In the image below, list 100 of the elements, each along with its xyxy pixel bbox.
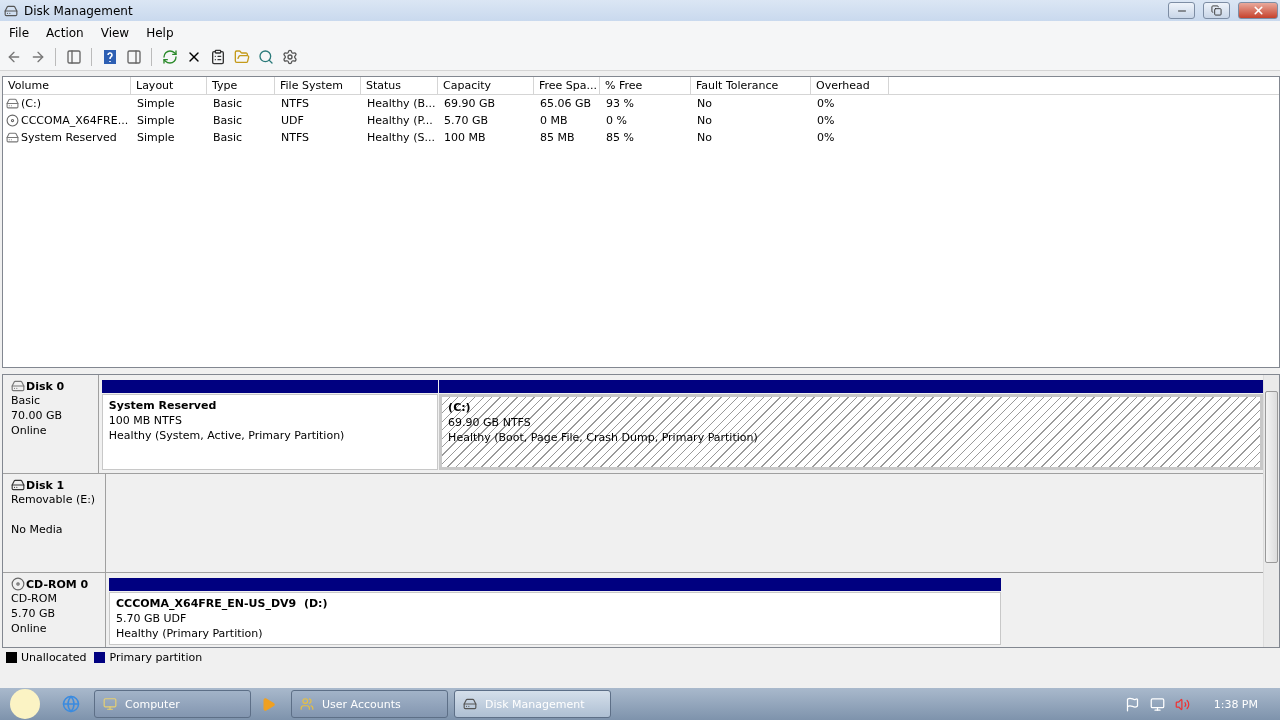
partition-status: Healthy (Boot, Page File, Crash Dump, Primary Partition) — [448, 430, 759, 445]
table-cell-text: 5.70 GB — [443, 114, 490, 127]
column-header[interactable]: Free Spa... — [534, 77, 600, 94]
disc-icon — [6, 114, 19, 127]
column-header[interactable]: % Free — [600, 77, 691, 94]
table-cell-text: NTFS — [280, 131, 311, 144]
disk-info: No Media — [11, 522, 64, 537]
globe-icon — [62, 695, 80, 713]
column-header[interactable]: Fault Tolerance — [691, 77, 811, 94]
partition-block[interactable]: CCCOMA_X64FRE_EN-US_DV9 (D:) 5.70 GB UDF Healthy (Primary Partition) — [109, 592, 1001, 645]
table-cell-text: Basic — [212, 97, 244, 110]
volume-icon[interactable] — [1174, 696, 1190, 712]
partition-name: (C:) — [448, 400, 472, 415]
partition-status: Healthy (Primary Partition) — [116, 626, 264, 641]
table-cell-text: Healthy (B... — [366, 97, 437, 110]
table-cell-text: Basic — [212, 131, 244, 144]
panel-button[interactable] — [124, 47, 143, 67]
table-cell-text: Simple — [136, 114, 176, 127]
menu-item[interactable]: Help — [137, 25, 182, 40]
column-header[interactable]: Status — [361, 77, 438, 94]
table-cell-text: 100 MB — [443, 131, 487, 144]
partition-size: 100 MB NTFS — [108, 413, 183, 428]
column-header[interactable]: File System — [275, 77, 361, 94]
partition-status: Healthy (System, Active, Primary Partition) — [108, 428, 346, 443]
restore-icon — [1211, 5, 1222, 16]
disk-name: Disk 0 — [26, 379, 65, 393]
volume-name: (C:) — [21, 97, 41, 110]
menu-item[interactable]: View — [91, 25, 138, 40]
table-cell-text: No — [696, 114, 713, 127]
monitor-icon — [103, 697, 117, 711]
table-cell-text: UDF — [280, 114, 305, 127]
folder-icon — [233, 49, 250, 65]
settings-button[interactable] — [280, 47, 299, 67]
drive-icon — [6, 131, 19, 144]
partition-name: System Reserved — [108, 398, 218, 413]
table-cell-text: Healthy (S... — [366, 131, 436, 144]
refresh-button[interactable] — [160, 47, 179, 67]
panel-button[interactable] — [64, 47, 83, 67]
table-cell-text: No — [696, 131, 713, 144]
window-title: Disk Management — [24, 3, 134, 18]
menu-item[interactable]: Action — [37, 25, 92, 40]
table-cell-text: Simple — [136, 97, 176, 110]
partition-block[interactable]: System Reserved 100 MB NTFS Healthy (System, Active, Primary Partition) — [101, 394, 439, 470]
disk-info: 5.70 GB — [11, 606, 57, 621]
column-header[interactable]: Type — [207, 77, 275, 94]
partition-name: CCCOMA_X64FRE_EN-US_DV9 (D:) — [116, 596, 329, 611]
table-cell-text: 69.90 GB — [443, 97, 497, 110]
column-header[interactable]: Capacity — [438, 77, 534, 94]
disk-name: Disk 1 — [26, 478, 65, 492]
users-icon — [300, 697, 314, 711]
gear-icon — [281, 49, 298, 65]
drive-icon — [11, 379, 25, 393]
column-header[interactable]: Layout — [131, 77, 207, 94]
table-cell-text: 93 % — [605, 97, 635, 110]
table-cell-text: 65.06 GB — [539, 97, 593, 110]
help-icon — [101, 49, 118, 65]
drive-icon — [11, 478, 25, 492]
column-header[interactable]: Volume — [3, 77, 131, 94]
table-cell-text: 85 % — [605, 131, 635, 144]
table-cell-text: NTFS — [280, 97, 311, 110]
restore-button[interactable] — [1203, 2, 1230, 19]
app-icon — [4, 3, 18, 18]
panel-icon — [125, 49, 142, 65]
disk-info: Removable (E:) — [11, 492, 97, 507]
table-cell-text: Simple — [136, 131, 176, 144]
drive-icon — [463, 697, 477, 711]
refresh-icon — [161, 49, 178, 65]
network-icon[interactable] — [1149, 696, 1165, 712]
disk-info: Online — [11, 621, 48, 636]
table-cell-text: 85 MB — [539, 131, 576, 144]
volume-name: System Reserved — [21, 131, 117, 144]
close-button[interactable] — [1238, 2, 1278, 19]
drive-icon — [6, 97, 19, 110]
panel-icon — [65, 49, 82, 65]
close-icon — [1251, 4, 1265, 17]
table-cell-text: 0% — [816, 131, 836, 144]
table-cell-text: 0 % — [605, 114, 628, 127]
column-header[interactable]: Overhead — [811, 77, 889, 94]
table-cell-text: Healthy (P... — [366, 114, 434, 127]
clipboard-icon — [209, 49, 226, 65]
partition-block[interactable]: (C:) 69.90 GB NTFS Healthy (Boot, Page File, Crash Dump, Primary Partition) — [439, 394, 1263, 470]
minimize-button[interactable] — [1168, 2, 1195, 19]
play-icon — [260, 696, 276, 712]
legend-label: Primary partition — [109, 650, 203, 664]
table-cell-text: 0% — [816, 114, 836, 127]
disk-name: CD-ROM 0 — [26, 577, 89, 591]
disk-info: CD-ROM — [11, 591, 58, 606]
partition-size: 69.90 GB NTFS — [448, 415, 532, 430]
table-cell-text: No — [696, 97, 713, 110]
legend-label: Unallocated — [21, 650, 87, 664]
start-button[interactable] — [10, 689, 40, 719]
scrollbar[interactable] — [1263, 375, 1279, 647]
search-icon — [257, 49, 274, 65]
menu-item[interactable]: File — [0, 25, 38, 40]
table-cell-text: 0% — [816, 97, 836, 110]
volume-name: CCCOMA_X64FRE... — [21, 114, 129, 127]
flag-icon[interactable] — [1124, 696, 1140, 712]
partition-size: 5.70 GB UDF — [116, 611, 188, 626]
disk-info: 70.00 GB — [11, 408, 64, 423]
table-cell-text: Basic — [212, 114, 244, 127]
